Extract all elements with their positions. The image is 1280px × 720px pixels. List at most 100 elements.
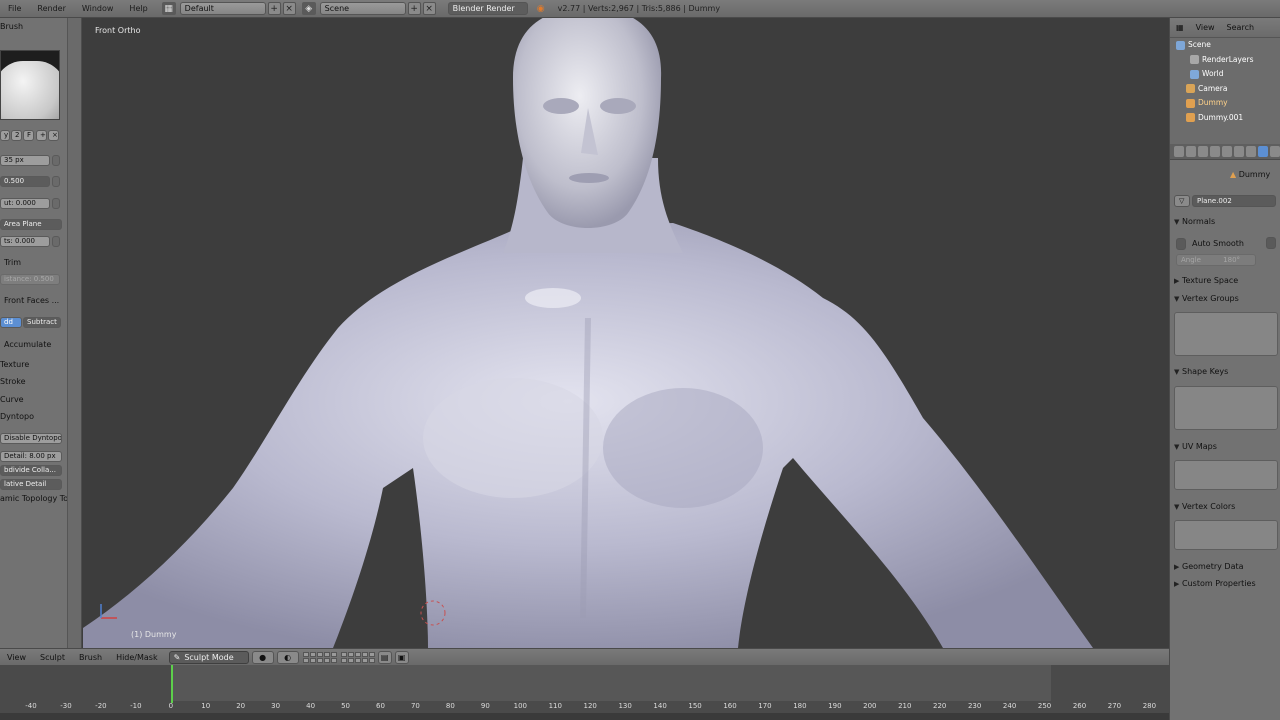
layer-buttons-2[interactable] <box>340 651 375 663</box>
outliner-item-dummy-001[interactable]: Dummy.001 <box>1170 111 1280 126</box>
add-scene-button[interactable]: + <box>407 2 421 15</box>
remove-scene-button[interactable]: × <box>422 2 436 15</box>
outliner-item-renderlayers[interactable]: RenderLayers <box>1170 53 1280 68</box>
menu-view[interactable]: View <box>0 649 33 666</box>
disable-dyntopo-button[interactable]: Disable Dyntopo <box>0 433 62 444</box>
remove-brush-button[interactable]: × <box>48 130 59 141</box>
sculpt-plane-select[interactable]: Area Plane <box>0 219 62 230</box>
viewport-shading-select[interactable]: ● <box>251 650 274 664</box>
render-preview-icon[interactable]: ▣ <box>394 650 409 664</box>
mesh-data-icon[interactable]: ▽ <box>1174 195 1190 207</box>
plane-offset-toggle[interactable] <box>52 236 60 247</box>
properties-tabs[interactable] <box>1170 144 1280 160</box>
render-tab-icon[interactable] <box>1174 146 1184 157</box>
menu-window[interactable]: Window <box>74 0 122 18</box>
brush-panel-title[interactable]: Brush <box>0 22 23 31</box>
outliner-menu-view[interactable]: View <box>1190 23 1221 32</box>
uv-maps-list[interactable] <box>1174 460 1278 490</box>
lock-camera-icon[interactable]: ▤ <box>377 650 392 664</box>
direction-subtract-button[interactable]: Subtract <box>23 317 61 328</box>
modifiers-tab-icon[interactable] <box>1246 146 1256 157</box>
interaction-mode-select[interactable]: ✎ Sculpt Mode <box>168 650 249 664</box>
autosmooth-pressure-toggle[interactable] <box>52 198 60 209</box>
properties-editor: ▲ Dummy ▽ Plane.002 ▼ Normals Auto Smooth… <box>1169 144 1280 720</box>
vertex-colors-panel-header[interactable]: ▼ Vertex Colors <box>1174 502 1235 511</box>
screen-layout-icon[interactable]: ▦ <box>161 2 176 15</box>
menu-file[interactable]: File <box>0 0 29 18</box>
outliner-item-world[interactable]: World <box>1170 67 1280 82</box>
timeline-strip[interactable] <box>0 665 1169 701</box>
data-tab-icon[interactable] <box>1258 146 1268 157</box>
front-faces-checkbox-label[interactable]: Front Faces ... <box>4 296 59 305</box>
constraints-tab-icon[interactable] <box>1234 146 1244 157</box>
context-object-label: ▲ Dummy <box>1230 170 1271 179</box>
brush-preview[interactable] <box>0 50 60 120</box>
3d-viewport[interactable]: Front Ortho (1) Dummy <box>83 18 1169 648</box>
scene-selector-icon[interactable]: ◈ <box>301 2 316 15</box>
outliner-item-label: Dummy <box>1198 98 1228 108</box>
texture-panel-title[interactable]: Texture <box>0 360 29 369</box>
layer-buttons[interactable] <box>302 651 337 663</box>
strength-field[interactable]: 0.500 <box>0 176 50 187</box>
menu-sculpt[interactable]: Sculpt <box>33 649 72 666</box>
curve-panel-title[interactable]: Curve <box>0 395 24 404</box>
outliner-item-label: World <box>1202 69 1224 79</box>
shape-keys-list[interactable] <box>1174 386 1278 430</box>
geometry-data-panel-header[interactable]: ▶ Geometry Data <box>1174 562 1244 571</box>
frame-tick-label: 40 <box>306 702 316 710</box>
menu-hide-mask[interactable]: Hide/Mask <box>109 649 165 666</box>
outliner-item-camera[interactable]: Camera <box>1170 82 1280 97</box>
texture-space-panel-header[interactable]: ▶ Texture Space <box>1174 276 1238 285</box>
add-brush-button[interactable]: + <box>36 130 47 141</box>
double-sided-checkbox[interactable] <box>1266 237 1276 249</box>
subdivide-collapse-select[interactable]: bdivide Colla... <box>0 465 62 476</box>
shape-keys-panel-header[interactable]: ▼ Shape Keys <box>1174 367 1228 376</box>
outliner-editor-icon[interactable]: ▦ <box>1170 23 1190 32</box>
tool-shelf-scrollbar[interactable] <box>67 18 81 648</box>
sculpt-mesh-figure[interactable] <box>83 18 1169 648</box>
dyntopo-panel-title[interactable]: Dyntopo <box>0 412 34 421</box>
remove-layout-button[interactable]: × <box>282 2 296 15</box>
menu-render[interactable]: Render <box>29 0 73 18</box>
relative-detail-select[interactable]: lative Detail <box>0 479 62 490</box>
auto-smooth-checkbox[interactable] <box>1176 238 1186 250</box>
timeline[interactable]: -40 -30 -20 -10 0 10 20 30 40 50 60 70 80 90 100 110 120… <box>0 665 1169 720</box>
frame-tick-label: 60 <box>376 702 385 710</box>
vertex-groups-list[interactable] <box>1174 312 1278 356</box>
vertex-colors-list[interactable] <box>1174 520 1278 550</box>
outliner-item-scene[interactable]: Scene <box>1170 38 1280 53</box>
screen-layout-field[interactable]: Default <box>179 2 266 15</box>
vertex-groups-panel-header[interactable]: ▼ Vertex Groups <box>1174 294 1239 303</box>
current-frame-marker[interactable] <box>171 665 173 703</box>
brush-fake-user-button[interactable]: F <box>23 130 34 141</box>
render-engine-select[interactable]: Blender Render <box>447 2 528 15</box>
strength-pressure-toggle[interactable] <box>52 176 60 187</box>
brush-users-field[interactable]: 2 <box>11 130 22 141</box>
add-layout-button[interactable]: + <box>267 2 281 15</box>
normals-panel-header[interactable]: ▼ Normals <box>1174 217 1215 226</box>
trim-checkbox-label[interactable]: Trim <box>4 258 21 267</box>
world-tab-icon[interactable] <box>1210 146 1220 157</box>
brush-slot-field[interactable]: y <box>0 130 10 141</box>
scene-tab-icon[interactable] <box>1198 146 1208 157</box>
mesh-name-field[interactable]: Plane.002 <box>1192 195 1276 207</box>
uv-maps-panel-header[interactable]: ▼ UV Maps <box>1174 442 1217 451</box>
outliner-item-dummy[interactable]: Dummy <box>1170 96 1280 111</box>
radius-field[interactable]: 35 px <box>0 155 50 166</box>
pivot-select[interactable]: ◐ <box>276 650 299 664</box>
detail-size-field[interactable]: Detail: 8.00 px <box>0 451 62 462</box>
menu-help[interactable]: Help <box>121 0 155 18</box>
outliner-menu-search[interactable]: Search <box>1221 23 1260 32</box>
custom-properties-panel-header[interactable]: ▶ Custom Properties <box>1174 579 1256 588</box>
radius-pressure-toggle[interactable] <box>52 155 60 166</box>
stroke-panel-title[interactable]: Stroke <box>0 377 26 386</box>
object-tab-icon[interactable] <box>1222 146 1232 157</box>
scene-field[interactable]: Scene <box>319 2 406 15</box>
direction-add-button[interactable]: dd <box>0 317 22 328</box>
material-tab-icon[interactable] <box>1270 146 1280 157</box>
plane-offset-field[interactable]: ts: 0.000 <box>0 236 50 247</box>
accumulate-checkbox-label[interactable]: Accumulate <box>4 340 51 349</box>
autosmooth-field[interactable]: ut: 0.000 <box>0 198 50 209</box>
render-layers-tab-icon[interactable] <box>1186 146 1196 157</box>
menu-brush[interactable]: Brush <box>72 649 109 666</box>
